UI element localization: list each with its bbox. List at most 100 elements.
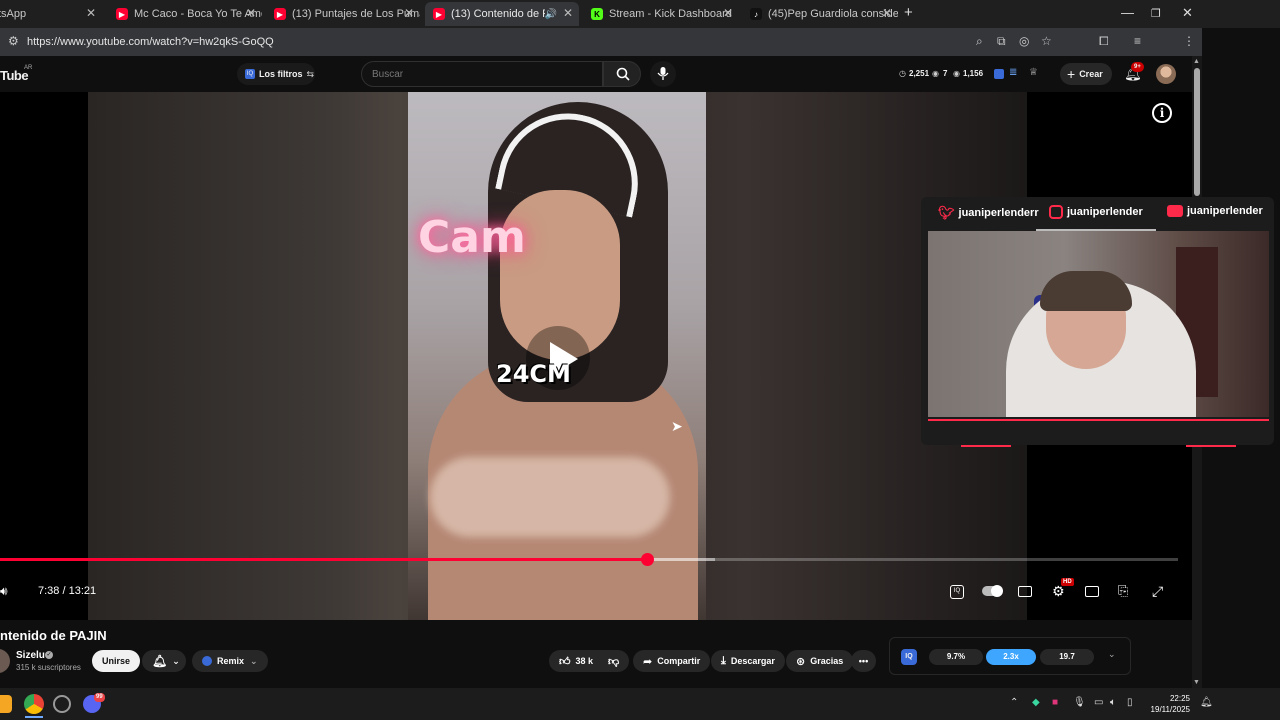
- close-tab-icon[interactable]: ✕: [246, 6, 256, 20]
- remix-button[interactable]: Remix ⌄: [192, 650, 268, 672]
- dislike-button[interactable]: 👎︎: [598, 650, 630, 672]
- browser-tab-bar: tsApp ✕ ▶ Mc Caco - Boca Yo Te Amo // L …: [0, 0, 1280, 28]
- audio-playing-icon[interactable]: 🔊: [545, 9, 557, 20]
- chevron-down-icon[interactable]: ⌄: [1108, 649, 1116, 660]
- subtitles-icon[interactable]: [1018, 586, 1032, 597]
- thanks-button[interactable]: ⊛ Gracias: [786, 650, 854, 672]
- tray-app-icon[interactable]: ■: [1052, 697, 1058, 708]
- system-clock[interactable]: 22:25 19/11/2025: [1146, 693, 1190, 715]
- volume-icon[interactable]: 🔊︎: [0, 584, 8, 599]
- list-icon[interactable]: ≣: [1009, 67, 1017, 78]
- scroll-up-icon[interactable]: ▲: [1193, 58, 1200, 65]
- bookmark-star-icon[interactable]: ☆: [1041, 34, 1052, 48]
- plus-icon: +: [1067, 66, 1076, 82]
- join-button[interactable]: Unirse: [92, 650, 141, 672]
- iq-stats-icon[interactable]: IQ: [901, 649, 917, 665]
- address-bar: ⚙ https://www.youtube.com/watch?v=hw2qkS…: [0, 28, 1202, 77]
- tab-mc-caco[interactable]: ▶ Mc Caco - Boca Yo Te Amo // L ✕: [108, 2, 262, 26]
- progress-scrubber[interactable]: [640, 553, 654, 566]
- download-button[interactable]: ⤓ Descargar: [711, 650, 785, 672]
- youtube-small-icon: [1167, 205, 1183, 217]
- eye-off-icon[interactable]: ◎: [1019, 34, 1029, 48]
- hd-badge: HD: [1061, 578, 1074, 586]
- restore-button[interactable]: ❐: [1151, 7, 1161, 20]
- cast-icon[interactable]: ⎘: [1118, 583, 1128, 599]
- trophy-icon[interactable]: ♕: [1029, 67, 1038, 78]
- iq-stats-bar: IQ 9.7% 2.3x 19.7 ⌄: [889, 637, 1131, 675]
- fullscreen-icon[interactable]: ⤢: [1152, 583, 1163, 600]
- youtube-header: Tube AR IQ Los filtros ⇆ Buscar ◷ 2,251 …: [0, 56, 1202, 92]
- iq-icon: IQ: [245, 69, 255, 79]
- speaker-icon[interactable]: 🔈︎: [1110, 697, 1116, 708]
- subscribed-bell-button[interactable]: 🔔︎ ⌄: [142, 650, 186, 672]
- filters-label: Los filtros: [259, 69, 303, 79]
- media-control-icon[interactable]: ≡: [1134, 34, 1141, 48]
- like-count: 38 k: [575, 656, 594, 666]
- iq-player-icon[interactable]: IQ: [950, 585, 964, 599]
- create-button[interactable]: + Crear: [1060, 63, 1112, 85]
- more-actions-button[interactable]: •••: [851, 650, 876, 672]
- instagram-handle: juaniperlender: [1049, 205, 1143, 219]
- new-tab-button[interactable]: +: [904, 4, 913, 21]
- notification-center-icon[interactable]: 🔔︎: [1200, 697, 1213, 708]
- tray-app-icon[interactable]: ◆: [1032, 697, 1040, 708]
- stat-three: 1,156: [963, 69, 984, 78]
- autoplay-toggle[interactable]: [982, 585, 1003, 597]
- neon-sign-text: Cam: [418, 212, 526, 263]
- info-icon[interactable]: i: [1152, 103, 1172, 123]
- miniplayer-icon[interactable]: [1085, 586, 1099, 597]
- tab-title: (13) Puntajes de Los Pumas vs E: [292, 8, 420, 20]
- network-icon[interactable]: ▭: [1094, 697, 1103, 708]
- tab-pumas[interactable]: ▶ (13) Puntajes de Los Pumas vs E ✕: [266, 2, 420, 26]
- share-button[interactable]: ➦ Compartir: [633, 650, 711, 672]
- instagram-icon: [1049, 205, 1063, 219]
- voice-search-button[interactable]: [650, 61, 676, 87]
- menu-kebab-icon[interactable]: ⋮: [1183, 34, 1195, 48]
- minimize-button[interactable]: —: [1121, 5, 1134, 20]
- close-tab-icon[interactable]: ✕: [882, 6, 892, 20]
- close-tab-icon[interactable]: ✕: [404, 6, 414, 20]
- channel-avatar[interactable]: [0, 649, 10, 673]
- close-tab-icon[interactable]: ✕: [563, 6, 573, 20]
- app-taskbar-icon[interactable]: [53, 695, 71, 713]
- battery-icon[interactable]: ▯: [1127, 697, 1133, 708]
- tab-title: Mc Caco - Boca Yo Te Amo // L: [134, 8, 262, 20]
- youtube-handle: juaniperlender: [1167, 205, 1263, 217]
- tab-kick-dashboard[interactable]: K Stream - Kick Dashboard ✕: [583, 2, 739, 26]
- account-avatar[interactable]: [1156, 64, 1176, 84]
- windows-taskbar: [0, 688, 1280, 720]
- tab-active-video[interactable]: ▶ (13) Contenido de PAJIN - Y 🔊 ✕: [425, 2, 579, 26]
- thanks-label: Gracias: [810, 656, 844, 666]
- webcam-overlay: 🐦︎ juaniperlenderr juaniperlender juanip…: [921, 197, 1274, 447]
- tab-whatsapp[interactable]: tsApp ✕: [0, 2, 102, 26]
- tab-title: Stream - Kick Dashboard: [609, 8, 732, 20]
- tab-title: (13) Contenido de PAJIN - Y: [451, 8, 545, 20]
- microphone-tray-icon[interactable]: 🎙︎: [1073, 697, 1086, 708]
- iq-extension-icon[interactable]: [994, 69, 1004, 79]
- tray-overflow-icon[interactable]: ⌃: [1010, 697, 1018, 708]
- install-app-icon[interactable]: ⧉: [997, 34, 1006, 49]
- like-button[interactable]: 👍︎ 38 k: [549, 650, 604, 672]
- microphone-icon: [657, 67, 669, 80]
- site-info-icon[interactable]: ⚙: [8, 34, 19, 48]
- clock-date: 19/11/2025: [1150, 705, 1190, 714]
- filters-button[interactable]: IQ Los filtros ⇆: [237, 63, 315, 85]
- search-input[interactable]: Buscar: [361, 61, 603, 87]
- discord-badge: 99: [94, 693, 105, 702]
- scrollbar-thumb[interactable]: [1194, 68, 1200, 196]
- video-caption: 24CM: [496, 360, 571, 388]
- youtube-name: juaniperlender: [1187, 205, 1263, 217]
- zoom-icon[interactable]: ⌕: [976, 34, 983, 49]
- url-field[interactable]: https://www.youtube.com/watch?v=hw2qkS-G…: [27, 36, 274, 48]
- tab-tiktok[interactable]: ♪ (45)Pep Guardiola considera a l ✕: [742, 2, 898, 26]
- close-window-button[interactable]: ✕: [1182, 5, 1193, 21]
- search-button[interactable]: [603, 61, 641, 87]
- share-arrow-icon: ➦: [643, 655, 653, 668]
- chrome-taskbar-icon[interactable]: [24, 694, 44, 714]
- scroll-down-icon[interactable]: ▼: [1193, 679, 1200, 686]
- extensions-puzzle-icon[interactable]: ⧠: [1099, 34, 1109, 49]
- close-tab-icon[interactable]: ✕: [723, 6, 733, 20]
- close-tab-icon[interactable]: ✕: [86, 6, 96, 20]
- channel-name[interactable]: Sizelu: [16, 650, 45, 661]
- taskbar-app-icon[interactable]: [0, 695, 12, 713]
